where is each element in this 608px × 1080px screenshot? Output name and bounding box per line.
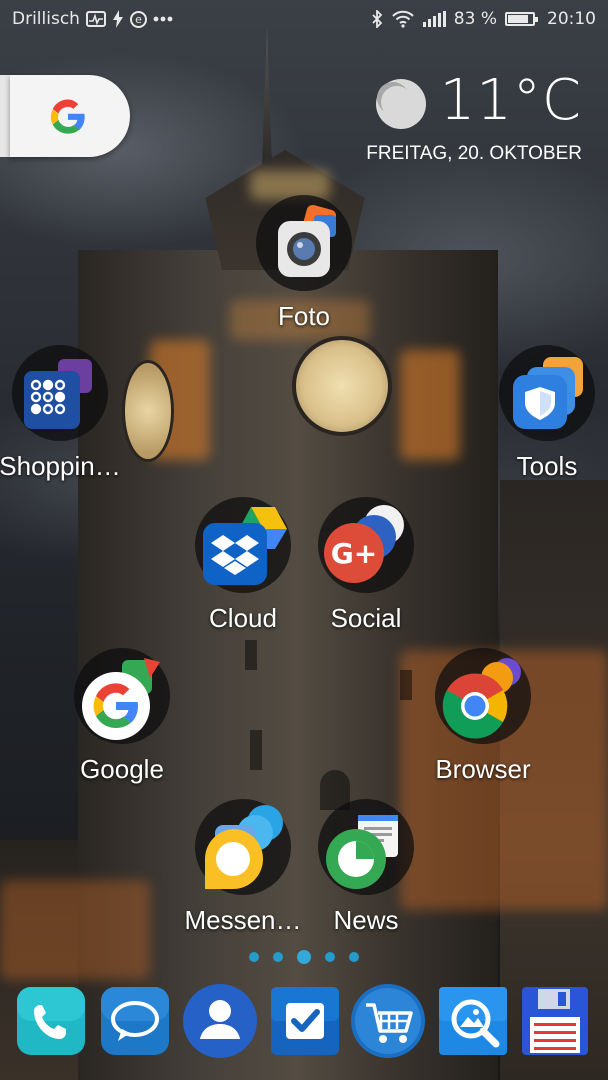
clock: 20:10: [547, 9, 596, 29]
status-bar: Drillisch e 83 % 20:10: [0, 0, 608, 40]
activity-icon: [85, 11, 106, 27]
contacts-icon[interactable]: [182, 983, 258, 1059]
google-folder-icon: [82, 658, 160, 740]
svg-text:G+: G+: [331, 537, 377, 570]
allo-icon: [204, 805, 283, 889]
folder-bubble: [256, 195, 352, 291]
window-glow: [400, 350, 460, 460]
app-browser[interactable]: Browser: [413, 648, 553, 785]
status-bar-right: 83 % 20:10: [371, 9, 596, 29]
folder-bubble: [318, 799, 414, 895]
app-google[interactable]: Google: [52, 648, 192, 785]
app-cloud[interactable]: Cloud: [173, 497, 313, 634]
dropbox-icon: [203, 507, 287, 585]
charging-icon: [112, 10, 123, 28]
page-dot[interactable]: [349, 952, 359, 962]
folder-bubble: [74, 648, 170, 744]
tower-clock-face: [292, 336, 392, 436]
carrier-name: Drillisch: [12, 9, 80, 29]
page-dot[interactable]: [273, 952, 283, 962]
building-glow: [0, 880, 150, 980]
google-search-widget[interactable]: [10, 75, 130, 157]
page-dot[interactable]: [249, 952, 259, 962]
camera-icon: [278, 204, 337, 277]
app-tools[interactable]: Tools: [477, 345, 608, 482]
more-icon: [153, 16, 173, 22]
app-label: Browser: [435, 754, 531, 784]
cart-icon[interactable]: [350, 983, 426, 1059]
page-dot-current[interactable]: [297, 950, 311, 964]
app-label: Cloud: [209, 603, 277, 633]
temperature[interactable]: 11°C: [440, 68, 582, 133]
battery-fill: [508, 15, 528, 23]
google-plus-icon: G+: [324, 505, 404, 583]
folder-bubble: [12, 345, 108, 441]
tower-window: [245, 640, 257, 670]
date-label[interactable]: FREITAG, 20. OKTOBER: [366, 143, 582, 165]
bluetooth-icon: [372, 10, 383, 28]
battery-icon: [505, 12, 538, 26]
app-label: Foto: [277, 301, 331, 331]
folder-bubble: [499, 345, 595, 441]
app-news[interactable]: News: [296, 799, 436, 936]
folder-bubble: [195, 799, 291, 895]
eco-icon: e: [129, 10, 147, 28]
gallery-icon[interactable]: [438, 985, 508, 1057]
app-messenger[interactable]: Messen…: [173, 799, 313, 936]
news-icon: [326, 815, 398, 889]
floppy-icon[interactable]: [520, 985, 590, 1057]
app-label: Google: [80, 754, 164, 784]
shopping-folder-icon: [24, 359, 92, 429]
folder-bubble: [435, 648, 531, 744]
battery-percent: 83 %: [453, 9, 497, 29]
app-label: News: [333, 905, 399, 935]
app-foto[interactable]: Foto: [234, 195, 374, 332]
page-indicator[interactable]: [0, 950, 608, 964]
folder-bubble: G+: [318, 497, 414, 593]
wifi-icon: [392, 10, 414, 28]
tower-window: [250, 730, 262, 770]
page-dot[interactable]: [325, 952, 335, 962]
status-bar-left: Drillisch e: [12, 9, 173, 29]
checkmark-icon[interactable]: [270, 985, 340, 1057]
app-label: Tools: [516, 451, 578, 481]
app-label: Shoppin…: [0, 451, 121, 481]
signal-icon: [422, 11, 446, 27]
google-g-icon: [50, 99, 85, 134]
dock: [0, 983, 608, 1065]
tower-window: [400, 670, 412, 700]
tools-folder-icon: [513, 357, 583, 429]
app-label: Social: [330, 603, 402, 633]
folder-bubble: [195, 497, 291, 593]
chrome-icon: [442, 658, 521, 739]
app-label: Messen…: [184, 905, 302, 935]
app-social[interactable]: G+ Social: [296, 497, 436, 634]
moon-icon[interactable]: [375, 78, 427, 130]
app-shopping[interactable]: Shoppin…: [0, 345, 130, 482]
phone-icon[interactable]: [16, 985, 86, 1057]
message-icon[interactable]: [100, 985, 170, 1057]
